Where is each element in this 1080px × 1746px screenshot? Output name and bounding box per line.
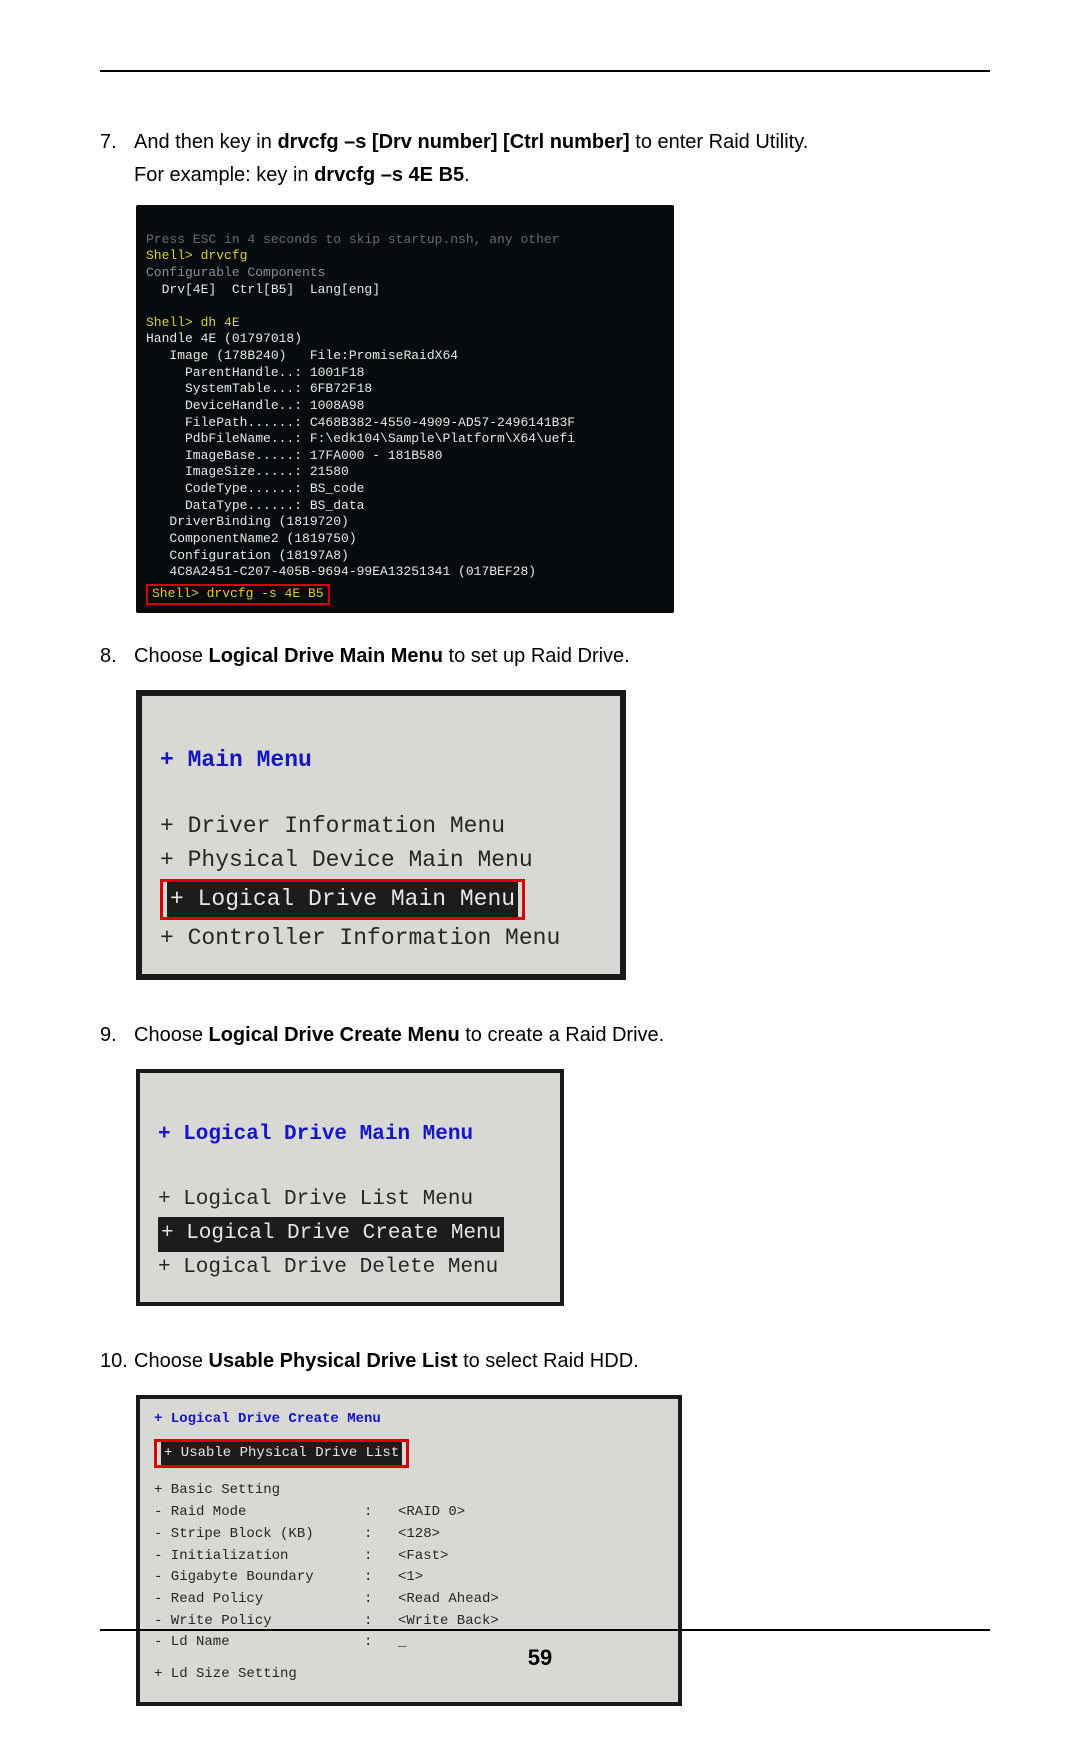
bios1-title: + Main Menu bbox=[160, 747, 312, 773]
step-7-text-d: . bbox=[464, 164, 470, 186]
term-line-0: Press ESC in 4 seconds to skip startup.n… bbox=[146, 232, 559, 247]
bios3-row-3: - Gigabyte Boundary:<1> bbox=[154, 1567, 664, 1589]
bios1-item-4: + Controller Information Menu bbox=[160, 925, 560, 951]
term-line-4: Shell> dh 4E bbox=[146, 315, 240, 330]
bios1-item-2: + Physical Device Main Menu bbox=[160, 847, 533, 873]
term-line-6: Image (178B240) File:PromiseRaidX64 bbox=[146, 348, 458, 363]
bottom-rule bbox=[100, 1629, 990, 1631]
term-line-11: PdbFileName...: F:\edk104\Sample\Platfor… bbox=[146, 431, 575, 446]
bios-main-menu: + Main Menu + Driver Information Menu + … bbox=[136, 690, 626, 979]
term-line-1: Shell> drvcfg bbox=[146, 248, 247, 263]
step-9-text-a: Choose bbox=[134, 1024, 209, 1046]
term-line-7: ParentHandle..: 1001F18 bbox=[146, 365, 364, 380]
term-line-19: 4C8A2451-C207-405B-9694-99EA13251341 (01… bbox=[146, 564, 536, 579]
term-line-16: DriverBinding (1819720) bbox=[146, 514, 349, 529]
bios2-item-2-selected: + Logical Drive Create Menu bbox=[158, 1217, 504, 1252]
term-line-17: ComponentName2 (1819750) bbox=[146, 531, 357, 546]
step-10-num: 10. bbox=[100, 1346, 134, 1377]
step-7-num: 7. bbox=[100, 127, 134, 191]
term-line-10: FilePath......: C468B382-4550-4909-AD57-… bbox=[146, 415, 575, 430]
bios3-title: + Logical Drive Create Menu bbox=[154, 1409, 664, 1431]
step-8: 8. Choose Logical Drive Main Menu to set… bbox=[100, 641, 990, 672]
step-7: 7. And then key in drvcfg –s [Drv number… bbox=[100, 127, 990, 191]
bios3-row-1: - Stripe Block (KB):<128> bbox=[154, 1524, 664, 1546]
step-9: 9. Choose Logical Drive Create Menu to c… bbox=[100, 1020, 990, 1051]
bios1-item-1: + Driver Information Menu bbox=[160, 813, 505, 839]
term-line-14: CodeType......: BS_code bbox=[146, 481, 364, 496]
step-9-num: 9. bbox=[100, 1020, 134, 1051]
bios3-row-4: - Read Policy:<Read Ahead> bbox=[154, 1589, 664, 1611]
page-number: 59 bbox=[0, 1645, 1080, 1671]
bios-logical-drive-main-menu: + Logical Drive Main Menu + Logical Driv… bbox=[136, 1069, 564, 1306]
top-rule bbox=[100, 70, 990, 72]
step-7-text-c: For example: key in bbox=[134, 164, 314, 186]
bios3-basic-setting: + Basic Setting bbox=[154, 1480, 664, 1502]
step-9-bold: Logical Drive Create Menu bbox=[209, 1024, 460, 1046]
term-line-8: SystemTable...: 6FB72F18 bbox=[146, 381, 372, 396]
step-10-bold: Usable Physical Drive List bbox=[209, 1350, 458, 1372]
step-9-text-b: to create a Raid Drive. bbox=[460, 1024, 665, 1046]
step-10: 10. Choose Usable Physical Drive List to… bbox=[100, 1346, 990, 1377]
step-8-bold: Logical Drive Main Menu bbox=[209, 645, 443, 667]
step-7-text-b: to enter Raid Utility. bbox=[630, 131, 809, 153]
bios2-item-1: + Logical Drive List Menu bbox=[158, 1188, 473, 1211]
term-line-9: DeviceHandle..: 1008A98 bbox=[146, 398, 364, 413]
step-10-text-a: Choose bbox=[134, 1350, 209, 1372]
step-7-text-a: And then key in bbox=[134, 131, 277, 153]
bios2-item-3: + Logical Drive Delete Menu bbox=[158, 1256, 498, 1279]
step-8-num: 8. bbox=[100, 641, 134, 672]
efi-shell-terminal: Press ESC in 4 seconds to skip startup.n… bbox=[136, 205, 674, 613]
step-7-bold-1: drvcfg –s [Drv number] [Ctrl number] bbox=[277, 131, 629, 153]
step-7-bold-2: drvcfg –s 4E B5 bbox=[314, 164, 464, 186]
bios3-row-2: - Initialization:<Fast> bbox=[154, 1546, 664, 1568]
bios3-row-0: - Raid Mode:<RAID 0> bbox=[154, 1502, 664, 1524]
bios1-item-3-selected: + Logical Drive Main Menu bbox=[167, 882, 518, 917]
term-line-5: Handle 4E (01797018) bbox=[146, 331, 302, 346]
bios3-selected: + Usable Physical Drive List bbox=[161, 1442, 402, 1466]
term-command-highlight: Shell> drvcfg -s 4E B5 bbox=[152, 586, 324, 601]
term-line-13: ImageSize.....: 21580 bbox=[146, 464, 349, 479]
term-line-2: Configurable Components bbox=[146, 265, 325, 280]
step-8-text-a: Choose bbox=[134, 645, 209, 667]
bios2-title: + Logical Drive Main Menu bbox=[158, 1123, 473, 1146]
term-line-18: Configuration (18197A8) bbox=[146, 548, 349, 563]
term-blank bbox=[146, 298, 154, 313]
term-line-12: ImageBase.....: 17FA000 - 181B580 bbox=[146, 448, 442, 463]
term-line-15: DataType......: BS_data bbox=[146, 498, 364, 513]
step-10-text-b: to select Raid HDD. bbox=[458, 1350, 639, 1372]
term-line-3: Drv[4E] Ctrl[B5] Lang[eng] bbox=[146, 282, 380, 297]
step-8-text-b: to set up Raid Drive. bbox=[443, 645, 630, 667]
